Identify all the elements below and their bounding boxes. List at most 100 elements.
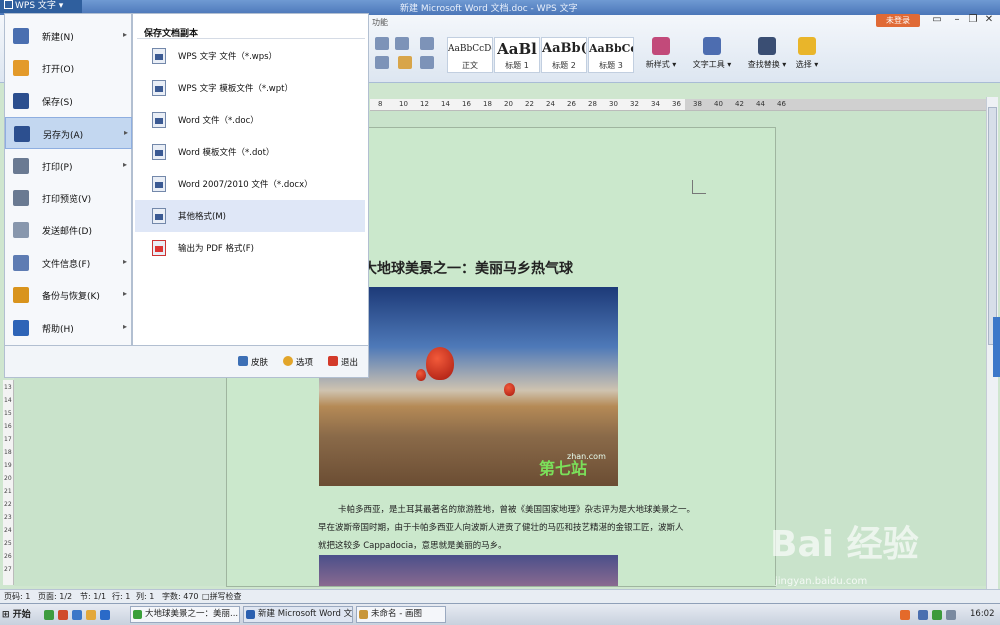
browser-icon bbox=[133, 610, 142, 619]
task-paint[interactable]: 未命名 - 画图 bbox=[356, 606, 446, 623]
task-wps[interactable]: 新建 Microsoft Word 文... bbox=[243, 606, 353, 623]
quicklaunch-icon-1[interactable] bbox=[44, 610, 54, 620]
save-as-item[interactable]: 其他格式(M) bbox=[135, 200, 365, 232]
minimize-icon[interactable]: – bbox=[950, 14, 964, 26]
scrollbar-thumb[interactable] bbox=[988, 107, 997, 345]
wps-app-button[interactable]: WPS 文字 ▾ bbox=[0, 0, 82, 13]
status-page-code: 页码: 1 bbox=[4, 592, 31, 601]
file-menu-item-label: 保存(S) bbox=[42, 97, 73, 108]
second-photo[interactable] bbox=[319, 555, 618, 586]
wps-app-label: WPS 文字 bbox=[15, 1, 56, 11]
tray-icon-3[interactable] bbox=[932, 610, 942, 620]
save-as-item-label: WPS 文字 文件（*.wps） bbox=[178, 52, 278, 62]
save-as-item[interactable]: Word 2007/2010 文件（*.docx） bbox=[135, 168, 365, 200]
text-tools-icon bbox=[703, 37, 721, 55]
photo-watermark-site: zhan.com bbox=[567, 452, 606, 461]
file-menu-item[interactable]: 打印预览(V) bbox=[5, 182, 132, 214]
ruler-tick: 10 bbox=[399, 100, 408, 108]
quicklaunch-icon-2[interactable] bbox=[58, 610, 68, 620]
open-folder-icon bbox=[13, 60, 29, 77]
ruler-tick: 24 bbox=[546, 100, 555, 108]
save-as-item[interactable]: 输出为 PDF 格式(F) bbox=[135, 232, 365, 264]
tray-icon-1[interactable] bbox=[900, 610, 910, 620]
exit-button[interactable]: 退出 bbox=[328, 356, 358, 368]
ruler-tick: 34 bbox=[651, 100, 660, 108]
style-heading-3[interactable]: AaBbCcD 标题 3 bbox=[588, 37, 634, 73]
taskbar: ⊞ 开始 大地球美景之一：美丽... 新建 Microsoft Word 文..… bbox=[0, 603, 1000, 625]
save-as-item[interactable]: Word 文件（*.doc） bbox=[135, 104, 365, 136]
paragraph-line-1[interactable]: 卡帕多西亚，是土耳其最著名的旅游胜地，曾被《美国国家地理》杂志评为是大地球美景之… bbox=[338, 503, 695, 515]
chevron-right-icon: ▸ bbox=[124, 128, 129, 138]
file-menu-item[interactable]: 备份与恢复(K) ▸ bbox=[5, 279, 132, 311]
skin-label: 皮肤 bbox=[251, 358, 269, 368]
text-tools-label: 文字工具 bbox=[692, 60, 725, 69]
style-heading-1[interactable]: AaBl 标题 1 bbox=[494, 37, 540, 73]
ruler-tick: 46 bbox=[777, 100, 786, 108]
table-icon[interactable] bbox=[395, 37, 409, 50]
close-icon[interactable]: ✕ bbox=[982, 14, 996, 26]
tray-icon-2[interactable] bbox=[918, 610, 928, 620]
file-menu-item-label: 文件信息(F) bbox=[42, 259, 91, 270]
chevron-right-icon: ▸ bbox=[123, 159, 128, 169]
login-button[interactable]: 未登录 bbox=[876, 14, 920, 27]
vruler-tick: 15 bbox=[4, 410, 12, 417]
file-menu-item[interactable]: 另存为(A) ▸ bbox=[5, 117, 132, 150]
text-tools-button[interactable]: 文字工具 ▾ bbox=[690, 37, 734, 70]
file-menu-footer: 皮肤 选项 退出 bbox=[4, 346, 369, 378]
ruler-tick: 18 bbox=[483, 100, 492, 108]
save-as-item[interactable]: WPS 文字 模板文件（*.wpt） bbox=[135, 72, 365, 104]
file-menu-item[interactable]: 保存(S) bbox=[5, 85, 132, 117]
quicklaunch-icon-5[interactable] bbox=[100, 610, 110, 620]
save-as-item[interactable]: Word 模板文件（*.dot） bbox=[135, 136, 365, 168]
file-menu-item[interactable]: 打印(P) ▸ bbox=[5, 150, 132, 182]
start-label: 开始 bbox=[12, 610, 31, 620]
paragraph-line-3[interactable]: 就把这较多 Cappadocia，意思就是美丽的马乡。 bbox=[318, 539, 507, 551]
file-menu-item[interactable]: 帮助(H) ▸ bbox=[5, 312, 132, 344]
align-icon[interactable] bbox=[420, 37, 434, 50]
new-style-icon bbox=[652, 37, 670, 55]
volume-icon[interactable] bbox=[946, 610, 956, 620]
ribbon-tab-label[interactable]: 功能 bbox=[372, 17, 388, 28]
file-menu-item[interactable]: 文件信息(F) ▸ bbox=[5, 247, 132, 279]
select-button[interactable]: 选择 ▾ bbox=[792, 37, 822, 70]
vruler-tick: 25 bbox=[4, 540, 12, 547]
find-replace-button[interactable]: 查找替换 ▾ bbox=[745, 37, 789, 70]
skin-button[interactable]: 皮肤 bbox=[238, 356, 268, 368]
pdf-file-icon bbox=[152, 240, 166, 256]
file-menu-item[interactable]: 发送邮件(D) bbox=[5, 214, 132, 246]
file-menu-item-label: 打印预览(V) bbox=[42, 195, 92, 205]
horizontal-ruler[interactable]: 8 10 12 14 16 18 20 22 24 26 28 30 32 34 36 38 40 42 44 46 bbox=[370, 99, 992, 111]
save-as-item[interactable]: WPS 文字 文件（*.wps） bbox=[135, 40, 365, 72]
quicklaunch-icon-4[interactable] bbox=[86, 610, 96, 620]
style-heading-2[interactable]: AaBb( 标题 2 bbox=[541, 37, 587, 73]
file-menu-item[interactable]: 新建(N) ▸ bbox=[5, 20, 132, 52]
border-icon[interactable] bbox=[420, 56, 434, 69]
start-button[interactable]: ⊞ 开始 bbox=[2, 607, 36, 623]
vertical-ruler[interactable]: 13 14 15 16 17 18 19 20 21 22 23 24 25 26 27 bbox=[3, 380, 14, 585]
file-menu-item[interactable]: 打开(O) bbox=[5, 52, 132, 84]
ruler-tick: 8 bbox=[378, 100, 383, 108]
options-button[interactable]: 选项 bbox=[283, 356, 313, 368]
style-normal-name: 正文 bbox=[462, 61, 478, 70]
ruler-tick: 22 bbox=[525, 100, 534, 108]
font-size-icon[interactable] bbox=[375, 37, 389, 50]
new-style-button[interactable]: 新样式 ▾ bbox=[643, 37, 679, 70]
clock[interactable]: 16:02 bbox=[970, 609, 995, 619]
task-browser[interactable]: 大地球美景之一：美丽... bbox=[130, 606, 240, 623]
list-icon[interactable] bbox=[375, 56, 389, 69]
save-as-submenu: 保存文档副本 WPS 文字 文件（*.wps） WPS 文字 模板文件（*.wpt… bbox=[132, 13, 369, 346]
vruler-tick: 27 bbox=[4, 566, 12, 573]
status-spell[interactable]: □ 拼写检查 bbox=[202, 590, 242, 603]
wps-file-icon bbox=[152, 48, 166, 64]
file-menu-item-label: 打开(O) bbox=[42, 65, 75, 76]
side-panel-tab[interactable] bbox=[993, 317, 1000, 377]
task-paint-label: 未命名 - 画图 bbox=[371, 609, 422, 619]
ruler-tick: 32 bbox=[630, 100, 639, 108]
fill-color-icon[interactable] bbox=[398, 56, 412, 69]
style-normal[interactable]: AaBbCcDd 正文 bbox=[447, 37, 493, 73]
vruler-tick: 21 bbox=[4, 488, 12, 495]
quicklaunch-icon-3[interactable] bbox=[72, 610, 82, 620]
paragraph-line-2[interactable]: 早在波斯帝国时期，由于卡帕多西亚人向波斯人进贡了健壮的马匹和技艺精湛的金银工匠，… bbox=[318, 521, 684, 533]
restore-icon[interactable]: ❐ bbox=[966, 14, 980, 26]
skin-icon[interactable]: ▭ bbox=[930, 14, 944, 26]
